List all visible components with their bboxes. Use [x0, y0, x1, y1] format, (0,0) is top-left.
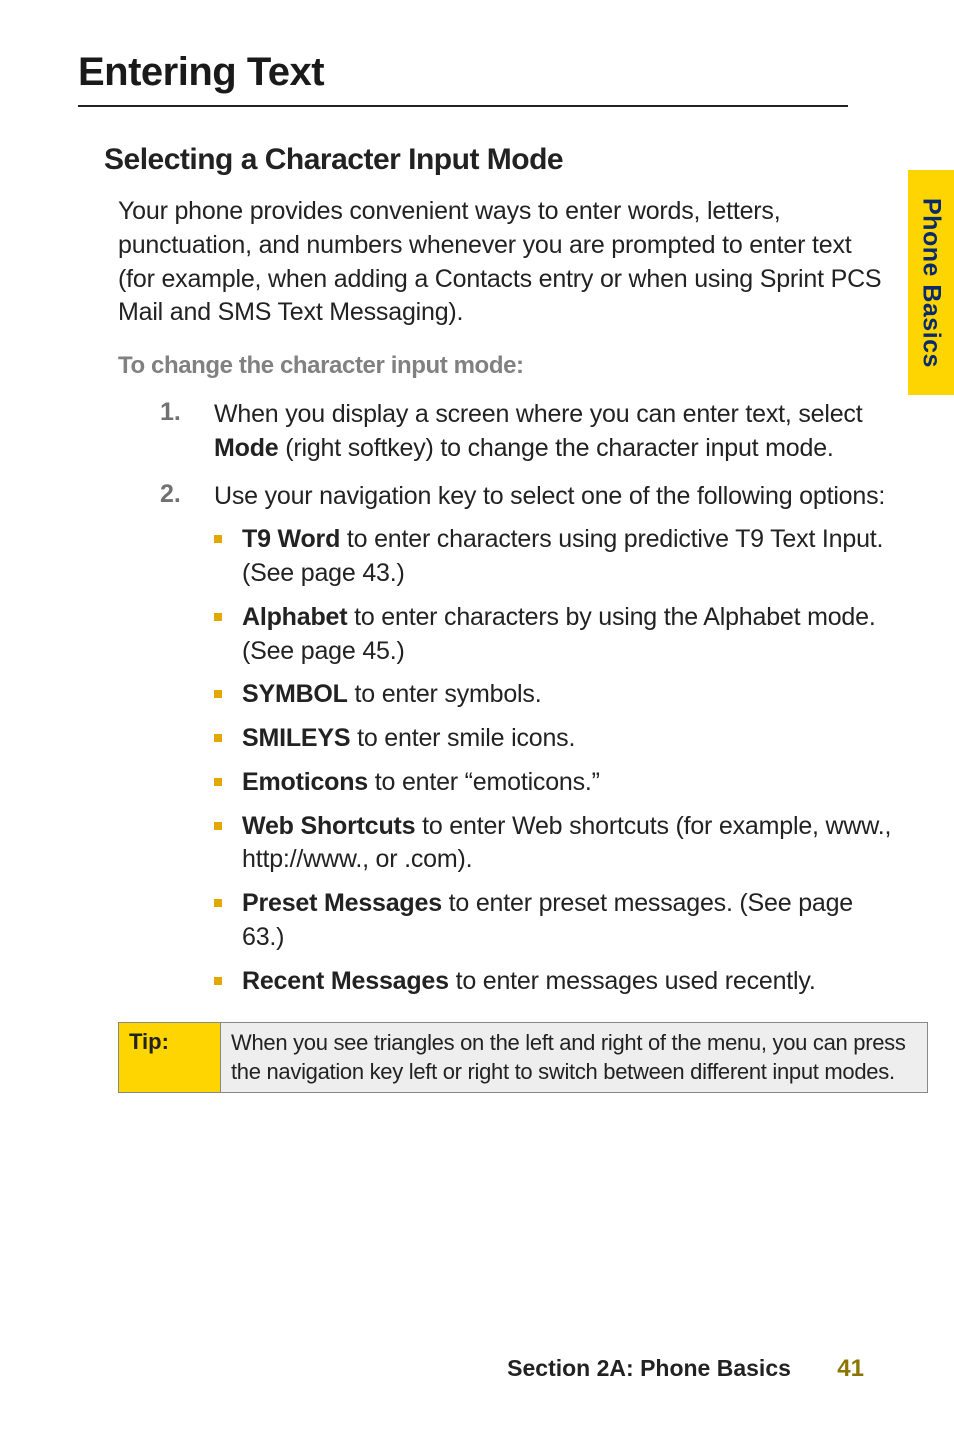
- list-item: Emoticons to enter “emoticons.”: [214, 766, 895, 800]
- option-bold: Preset Messages: [242, 889, 442, 917]
- list-item: Web Shortcuts to enter Web shortcuts (fo…: [214, 810, 895, 878]
- bullet-icon: [214, 965, 242, 999]
- intro-paragraph: Your phone provides convenient ways to e…: [118, 195, 888, 330]
- option-rest: to enter messages used recently.: [449, 967, 816, 995]
- option-rest: to enter smile icons.: [350, 724, 575, 752]
- list-item: T9 Word to enter characters using predic…: [214, 523, 895, 591]
- option-text: T9 Word to enter characters using predic…: [242, 523, 895, 591]
- option-text: Alphabet to enter characters by using th…: [242, 601, 895, 669]
- step-pre: When you display a screen where you can …: [214, 400, 862, 428]
- bullet-icon: [214, 678, 242, 712]
- title-rule: [78, 105, 848, 107]
- tip-text: When you see triangles on the left and r…: [221, 1023, 928, 1093]
- list-item: SYMBOL to enter symbols.: [214, 678, 895, 712]
- list-item: Preset Messages to enter preset messages…: [214, 887, 895, 955]
- option-rest: to enter “emoticons.”: [368, 768, 600, 796]
- option-text: SMILEYS to enter smile icons.: [242, 722, 575, 756]
- bullet-icon: [214, 810, 242, 878]
- tip-label: Tip:: [119, 1023, 221, 1093]
- option-bold: Recent Messages: [242, 967, 449, 995]
- page-content: Entering Text Selecting a Character Inpu…: [0, 0, 954, 1093]
- option-rest: to enter symbols.: [348, 680, 542, 708]
- step-list: 1. When you display a screen where you c…: [160, 398, 895, 1008]
- bullet-icon: [214, 887, 242, 955]
- list-item: Alphabet to enter characters by using th…: [214, 601, 895, 669]
- section-heading: Selecting a Character Input Mode: [104, 143, 864, 177]
- option-bold: SYMBOL: [242, 680, 348, 708]
- page-title: Entering Text: [78, 50, 864, 95]
- step-bold: Mode: [214, 434, 278, 462]
- option-bold: Alphabet: [242, 603, 347, 631]
- option-list: T9 Word to enter characters using predic…: [214, 523, 895, 998]
- option-text: Preset Messages to enter preset messages…: [242, 887, 895, 955]
- step-text: Use your navigation key to select one of…: [214, 480, 895, 1009]
- step-pre: Use your navigation key to select one of…: [214, 482, 885, 510]
- bullet-icon: [214, 523, 242, 591]
- step-item: 2. Use your navigation key to select one…: [160, 480, 895, 1009]
- footer-section: Section 2A: Phone Basics: [507, 1355, 791, 1381]
- option-bold: Web Shortcuts: [242, 812, 415, 840]
- footer-page-number: 41: [837, 1355, 864, 1382]
- option-text: Emoticons to enter “emoticons.”: [242, 766, 600, 800]
- option-bold: SMILEYS: [242, 724, 350, 752]
- step-item: 1. When you display a screen where you c…: [160, 398, 895, 466]
- option-bold: Emoticons: [242, 768, 368, 796]
- list-item: SMILEYS to enter smile icons.: [214, 722, 895, 756]
- option-bold: T9 Word: [242, 525, 340, 553]
- step-text: When you display a screen where you can …: [214, 398, 895, 466]
- list-item: Recent Messages to enter messages used r…: [214, 965, 895, 999]
- tip-box: Tip: When you see triangles on the left …: [118, 1022, 928, 1093]
- bullet-icon: [214, 601, 242, 669]
- option-text: SYMBOL to enter symbols.: [242, 678, 541, 712]
- step-post: (right softkey) to change the character …: [278, 434, 833, 462]
- procedure-heading: To change the character input mode:: [118, 352, 864, 380]
- option-text: Recent Messages to enter messages used r…: [242, 965, 816, 999]
- option-text: Web Shortcuts to enter Web shortcuts (fo…: [242, 810, 895, 878]
- bullet-icon: [214, 722, 242, 756]
- page-footer: Section 2A: Phone Basics 41: [507, 1355, 864, 1383]
- bullet-icon: [214, 766, 242, 800]
- step-number: 2.: [160, 480, 214, 1009]
- step-number: 1.: [160, 398, 214, 466]
